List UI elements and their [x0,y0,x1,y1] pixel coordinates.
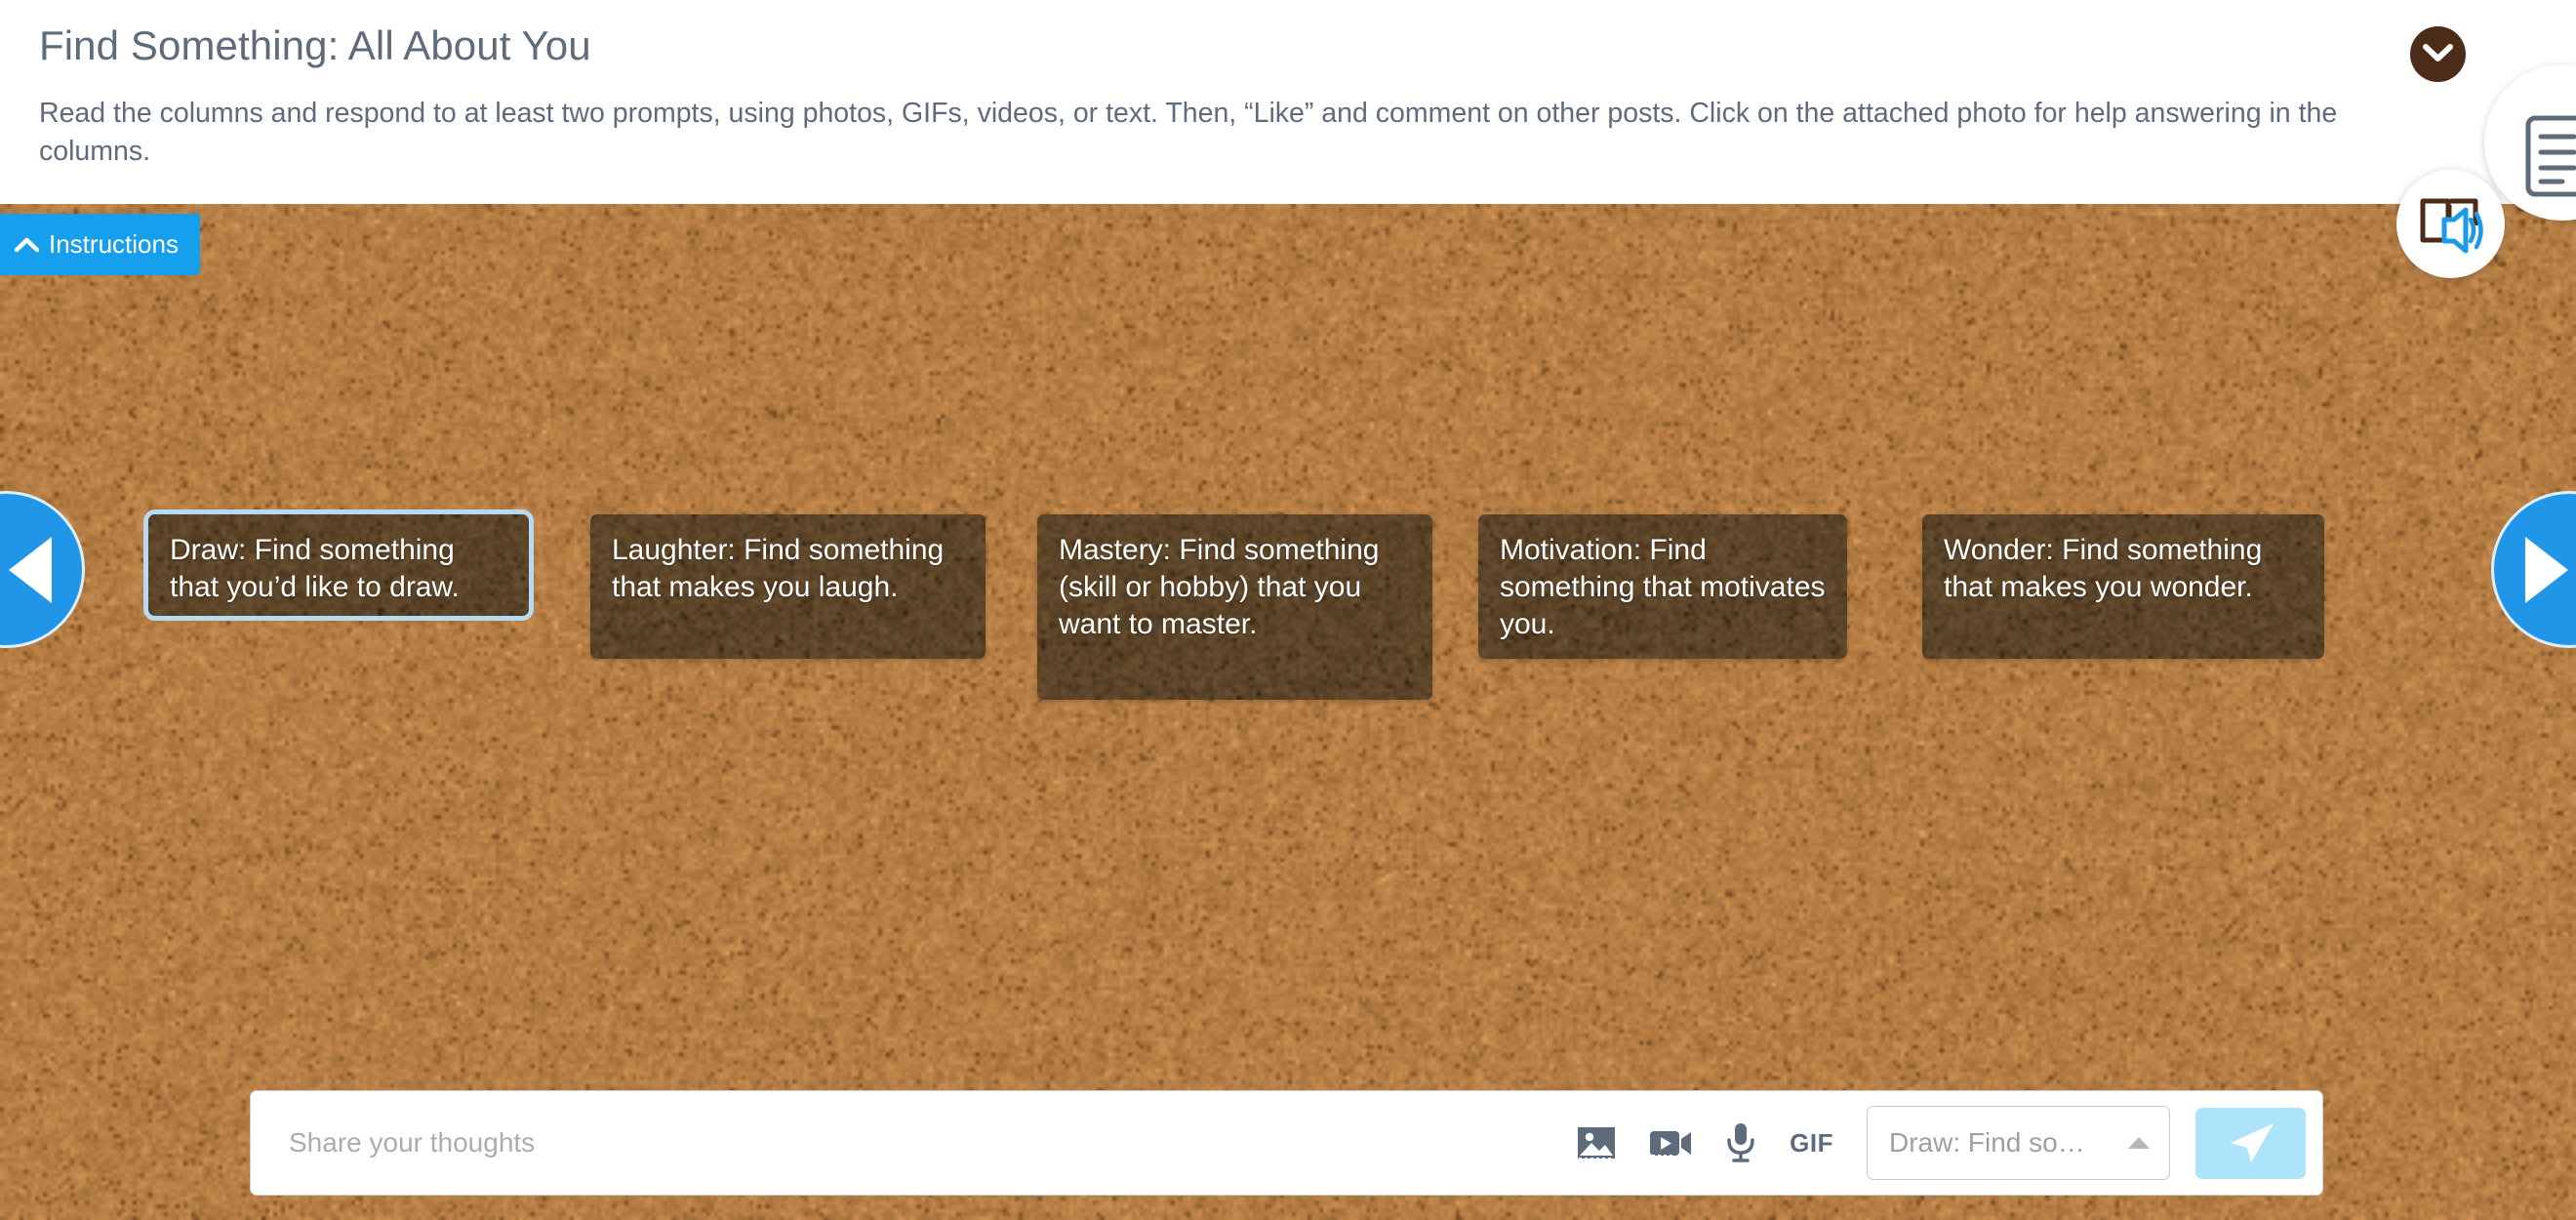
column-header-label: Motivation: Find something that motivate… [1478,514,1847,659]
document-icon [2525,115,2576,197]
read-aloud-button[interactable] [2396,170,2505,278]
column-header-label: Wonder: Find something that makes you wo… [1922,514,2324,626]
column-select-value: Draw: Find so… [1889,1127,2085,1159]
microphone-icon[interactable] [1725,1122,1756,1163]
column-header-card[interactable]: Motivation: Find something that motivate… [1478,514,1847,659]
collapse-header-button[interactable] [2410,26,2466,82]
column-select-dropdown[interactable]: Draw: Find so… [1867,1106,2170,1180]
chevron-down-icon [2423,41,2453,67]
instructions-tab[interactable]: Instructions [0,214,200,275]
column-header-label: Draw: Find something that you’d like to … [148,514,529,616]
cork-board: Draw: Find something that you’d like to … [0,204,2576,1220]
photo-icon[interactable] [1577,1125,1616,1160]
composer-media-icons: GIF [1551,1122,1859,1163]
send-post-button[interactable] [2195,1108,2306,1179]
column-headers: Draw: Find something that you’d like to … [0,204,2576,1220]
triangle-left-icon [9,537,52,603]
column-header-label: Mastery: Find something (skill or hobby)… [1037,514,1432,663]
share-thoughts-input[interactable] [251,1091,1551,1195]
column-header-card[interactable]: Laughter: Find something that makes you … [590,514,986,659]
caret-up-icon [2128,1137,2150,1149]
gif-label: GIF [1790,1128,1833,1159]
triangle-right-icon [2525,537,2568,603]
column-header-label: Laughter: Find something that makes you … [590,514,986,626]
page-title: Find Something: All About You [39,22,591,69]
page-header: Find Something: All About You Read the c… [0,0,2576,204]
chevron-up-icon [14,236,40,254]
gif-icon[interactable]: GIF [1790,1128,1833,1159]
post-composer: GIF Draw: Find so… [250,1090,2323,1196]
column-header-card[interactable]: Mastery: Find something (skill or hobby)… [1037,514,1432,700]
video-icon[interactable] [1649,1127,1692,1159]
column-header-card[interactable]: Wonder: Find something that makes you wo… [1922,514,2324,659]
instructions-tab-label: Instructions [49,229,179,260]
send-plane-icon [2223,1118,2279,1168]
page-description: Read the columns and respond to at least… [39,95,2352,171]
book-speaker-icon [2419,196,2483,255]
activity-board-page: Find Something: All About You Read the c… [0,0,2576,1220]
column-header-card[interactable]: Draw: Find something that you’d like to … [148,514,529,616]
